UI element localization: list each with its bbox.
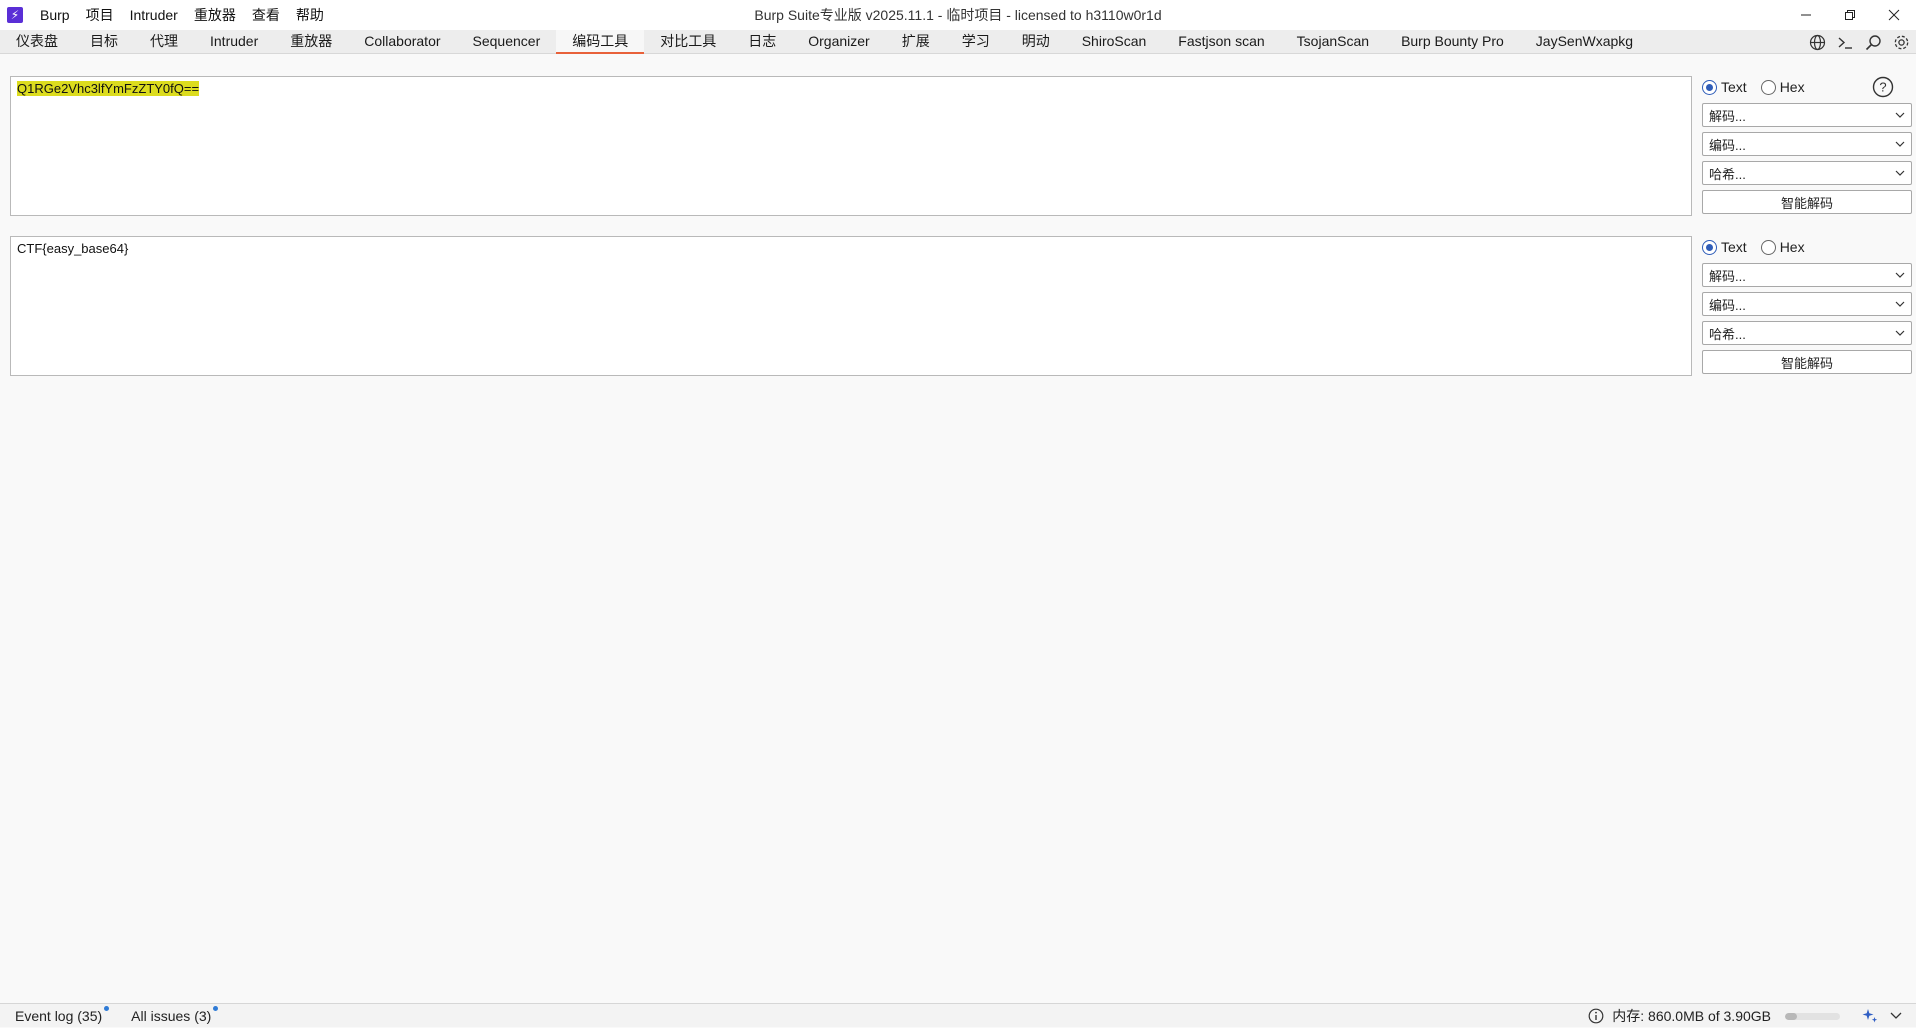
decode-as-label-2: 解码... [1709, 268, 1746, 284]
encode-as-dropdown-2[interactable]: 编码... [1702, 292, 1912, 316]
tab-repeater[interactable]: 重放器 [274, 30, 348, 53]
memory-bar-fill [1785, 1012, 1798, 1020]
encode-as-dropdown-1[interactable]: 编码... [1702, 132, 1912, 156]
menu-help[interactable]: 帮助 [288, 0, 332, 30]
decoder-controls-1: Text Hex ? 解码... 编码... 哈希... 智能解码 [1702, 76, 1912, 214]
chevron-down-icon [1895, 272, 1905, 278]
restore-button[interactable] [1828, 0, 1872, 30]
radio-hex-label-2: Hex [1779, 239, 1805, 255]
tab-mingdong[interactable]: 明动 [1006, 30, 1066, 53]
selected-text: Q1RGe2Vhc3lfYmFzZTY0fQ== [17, 81, 200, 96]
menu-view[interactable]: 查看 [244, 0, 288, 30]
radio-hex-dot-2[interactable] [1760, 239, 1776, 255]
tab-sequencer[interactable]: Sequencer [457, 30, 557, 53]
notification-dot [213, 1005, 219, 1011]
event-log-link[interactable]: Event log (35) [15, 1005, 110, 1024]
menu-burp[interactable]: Burp [32, 0, 78, 30]
decode-as-label-1: 解码... [1709, 108, 1746, 124]
decode-as-dropdown-2[interactable]: 解码... [1702, 263, 1912, 287]
tab-fastjson-scan[interactable]: Fastjson scan [1162, 30, 1280, 53]
menu-bar: Burp 项目 Intruder 重放器 查看 帮助 [32, 0, 332, 30]
mode-selector-1: Text Hex ? [1702, 76, 1912, 98]
close-icon [1888, 9, 1900, 21]
decoded-text: CTF{easy_base64} [17, 241, 129, 256]
tab-comparer[interactable]: 对比工具 [644, 30, 732, 53]
radio-text-label-2: Text [1721, 239, 1747, 255]
main-tab-bar: 仪表盘 目标 代理 Intruder 重放器 Collaborator Sequ… [0, 30, 1916, 54]
memory-usage: 内存: 860.0MB of 3.90GB [1612, 1008, 1771, 1024]
radio-text-1[interactable]: Text [1702, 79, 1747, 95]
chevron-down-icon [1895, 301, 1905, 307]
tab-decoder[interactable]: 编码工具 [556, 30, 645, 54]
tab-shiroscan[interactable]: ShiroScan [1066, 30, 1163, 53]
tab-tsojanscan[interactable]: TsojanScan [1281, 30, 1385, 53]
menu-intruder[interactable]: Intruder [122, 0, 186, 30]
tab-dashboard[interactable]: 仪表盘 [0, 30, 74, 53]
hash-dropdown-2[interactable]: 哈希... [1702, 321, 1912, 345]
chevron-down-icon [1895, 141, 1905, 147]
tab-intruder[interactable]: Intruder [194, 30, 274, 53]
menu-project[interactable]: 项目 [78, 0, 122, 30]
tab-collaborator[interactable]: Collaborator [348, 30, 456, 53]
chevron-down-icon[interactable] [1890, 1012, 1902, 1020]
tab-burp-bounty-pro[interactable]: Burp Bounty Pro [1385, 30, 1520, 53]
tab-organizer[interactable]: Organizer [792, 30, 885, 53]
decoder-panel-2: CTF{easy_base64} Text Hex 解码... 编码... 哈希… [10, 236, 1916, 376]
window-controls [1784, 0, 1916, 30]
svg-text:?: ? [1879, 80, 1886, 95]
decoder-input-1[interactable]: Q1RGe2Vhc3lfYmFzZTY0fQ== [10, 76, 1692, 216]
burp-logo-icon: ⚡ [7, 7, 23, 23]
decoder-output-2[interactable]: CTF{easy_base64} [10, 236, 1692, 376]
radio-text-dot-1[interactable] [1702, 79, 1717, 95]
restore-icon [1845, 10, 1855, 20]
search-icon[interactable] [1862, 31, 1884, 53]
terminal-icon[interactable] [1834, 31, 1856, 53]
radio-text-2[interactable]: Text [1702, 239, 1747, 255]
hash-dropdown-1[interactable]: 哈希... [1702, 161, 1912, 185]
globe-icon[interactable] [1806, 31, 1828, 53]
radio-text-label-1: Text [1721, 79, 1747, 95]
tab-target[interactable]: 目标 [74, 30, 134, 53]
radio-hex-1[interactable]: Hex [1760, 79, 1805, 95]
all-issues-link[interactable]: All issues (3) [131, 1005, 219, 1024]
minimize-button[interactable] [1784, 0, 1828, 30]
hash-label-2: 哈希... [1709, 326, 1746, 342]
chevron-down-icon [1895, 112, 1905, 118]
mode-selector-2: Text Hex [1702, 236, 1912, 258]
status-bar: Event log (35) All issues (3) 内存: 860.0M… [0, 1003, 1916, 1027]
radio-hex-label-1: Hex [1779, 79, 1805, 95]
hash-label-1: 哈希... [1709, 166, 1746, 182]
encode-as-label-1: 编码... [1709, 137, 1746, 153]
info-icon[interactable] [1588, 1008, 1604, 1024]
all-issues-label: All issues (3) [131, 1007, 212, 1024]
decoder-controls-2: Text Hex 解码... 编码... 哈希... 智能解码 [1702, 236, 1912, 374]
decode-as-dropdown-1[interactable]: 解码... [1702, 103, 1912, 127]
notification-dot [104, 1005, 110, 1011]
title-bar: ⚡ Burp 项目 Intruder 重放器 查看 帮助 Burp Suite专… [0, 0, 1916, 30]
tab-extensions[interactable]: 扩展 [886, 30, 946, 53]
tab-proxy[interactable]: 代理 [134, 30, 194, 53]
event-log-label: Event log (35) [15, 1007, 103, 1024]
encode-as-label-2: 编码... [1709, 297, 1746, 313]
radio-hex-2[interactable]: Hex [1760, 239, 1805, 255]
decoder-panel-1: Q1RGe2Vhc3lfYmFzZTY0fQ== Text Hex ? 解码..… [10, 76, 1916, 216]
chevron-down-icon [1895, 170, 1905, 176]
settings-icon[interactable] [1890, 31, 1912, 53]
radio-hex-dot-1[interactable] [1760, 79, 1776, 95]
tab-tools [1806, 30, 1916, 54]
status-right: 内存: 860.0MB of 3.90GB [1588, 1004, 1916, 1028]
help-icon[interactable]: ? [1872, 76, 1894, 98]
smart-decode-button-2[interactable]: 智能解码 [1702, 350, 1912, 374]
menu-repeater[interactable]: 重放器 [186, 0, 244, 30]
chevron-down-icon [1895, 330, 1905, 336]
minimize-icon [1801, 14, 1811, 16]
close-button[interactable] [1872, 0, 1916, 30]
tab-learn[interactable]: 学习 [946, 30, 1006, 53]
tab-jaysenwxapkg[interactable]: JaySenWxapkg [1520, 30, 1649, 53]
tab-logger[interactable]: 日志 [732, 30, 792, 53]
ai-sparkle-icon[interactable] [1862, 1008, 1878, 1024]
smart-decode-button-1[interactable]: 智能解码 [1702, 190, 1912, 214]
radio-text-dot-2[interactable] [1702, 239, 1717, 255]
memory-bar [1785, 1012, 1840, 1020]
